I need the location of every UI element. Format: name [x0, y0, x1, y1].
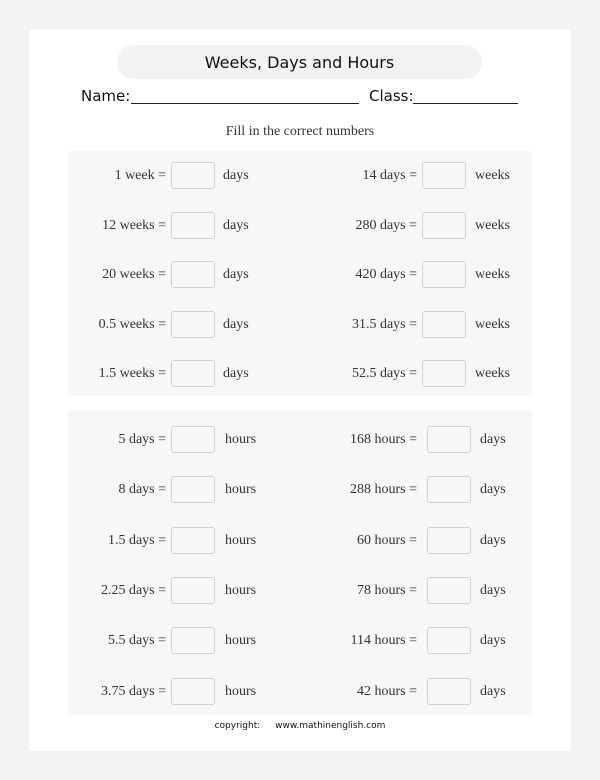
problem-row: 20 weeks = days 420 days = weeks [68, 261, 532, 288]
right-answer-box[interactable] [422, 360, 466, 387]
right-answer-box[interactable] [427, 677, 471, 705]
right-answer-unit: weeks [475, 316, 510, 332]
right-problem-expression: 288 hours = [349, 482, 417, 498]
right-problem-expression: 114 hours = [350, 633, 418, 649]
name-label: Name: [81, 87, 131, 105]
footer: copyright: www.mathinenglish.com [29, 721, 571, 731]
days-hours-panel: 5 days = hours 168 hours = days 8 days = hour… [68, 411, 532, 715]
right-answer-box[interactable] [422, 211, 466, 239]
instructions: Fill in the correct numbers [225, 124, 375, 139]
right-problem-expression: 14 days = [362, 168, 417, 183]
right-answer-unit: weeks [475, 267, 510, 282]
right-answer-box[interactable] [422, 310, 466, 338]
right-answer-unit: weeks [475, 168, 510, 183]
right-answer-box[interactable] [427, 476, 471, 504]
right-problem-expression: 168 hours = [349, 432, 417, 447]
right-answer-unit: days [480, 633, 506, 649]
right-problem-expression: 31.5 days = [351, 316, 417, 332]
copyright-label: copyright: [214, 721, 261, 731]
right-problem-expression: 420 days = [355, 267, 417, 282]
problem-row: 1 week = days 14 days = weeks [68, 162, 532, 189]
problem-row: 12 weeks = days 280 days = weeks [68, 211, 532, 239]
right-answer-unit: days [480, 432, 506, 447]
right-problem-expression: 42 hours = [356, 683, 417, 699]
right-answer-box[interactable] [427, 426, 471, 453]
problem-row: 1.5 weeks = days 52.5 days = weeks [68, 360, 532, 387]
right-answer-box[interactable] [427, 576, 471, 604]
right-answer-unit: days [480, 482, 506, 498]
website-link[interactable]: www.mathinenglish.com [275, 721, 385, 731]
right-problem-expression: 78 hours = [356, 582, 417, 598]
right-problem-expression: 52.5 days = [351, 366, 417, 381]
class-label: Class: [369, 87, 414, 105]
worksheet-page: Weeks, Days and Hours Name: Class: Fill … [29, 29, 571, 751]
problem-row: 5 days = hours 168 hours = days [68, 426, 532, 453]
right-answer-box[interactable] [427, 526, 471, 554]
right-problem-expression: 60 hours = [356, 532, 417, 548]
right-problem-expression: 280 days = [355, 217, 417, 233]
problem-row: 8 days = hours 288 hours = days [68, 476, 532, 504]
worksheet-title: Weeks, Days and Hours [117, 45, 482, 79]
weeks-days-panel: 1 week = days 14 days = weeks 12 weeks = days… [68, 151, 532, 396]
problem-row: 3.75 days = hours 42 hours = days [68, 677, 532, 705]
right-answer-box[interactable] [422, 261, 466, 288]
problem-row: 5.5 days = hours 114 hours = days [68, 627, 532, 655]
problem-row: 0.5 weeks = days 31.5 days = weeks [68, 310, 532, 338]
right-answer-unit: weeks [475, 217, 510, 233]
right-answer-unit: weeks [475, 366, 510, 381]
right-answer-box[interactable] [427, 627, 471, 655]
title-text: Weeks, Days and Hours [204, 52, 395, 72]
right-answer-unit: days [480, 532, 506, 548]
problem-row: 2.25 days = hours 78 hours = days [68, 576, 532, 604]
name-field-line[interactable] [131, 103, 359, 104]
problem-row: 1.5 days = hours 60 hours = days [68, 526, 532, 554]
right-answer-unit: days [480, 683, 506, 699]
right-answer-unit: days [480, 582, 506, 598]
class-field-line[interactable] [413, 103, 518, 104]
right-answer-box[interactable] [422, 162, 466, 189]
